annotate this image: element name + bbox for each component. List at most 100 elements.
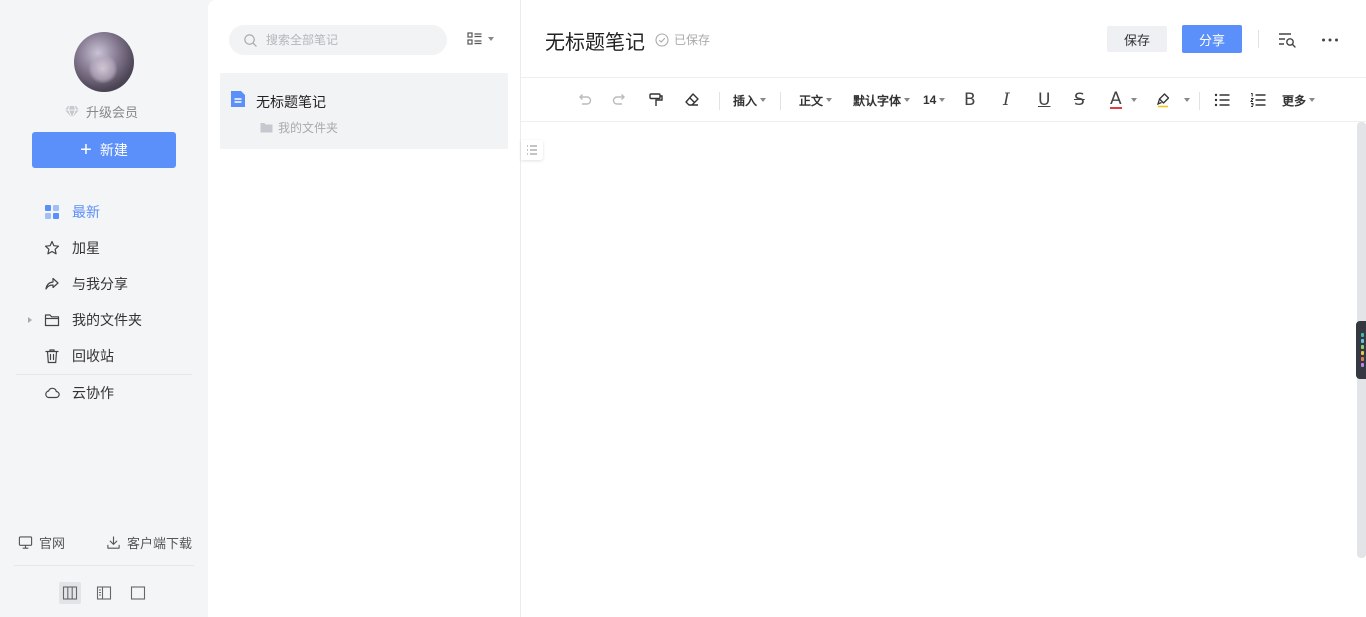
- widget-bar: [1360, 363, 1364, 367]
- bold-button[interactable]: B: [964, 90, 976, 110]
- plus-icon: +: [80, 139, 92, 161]
- paragraph-style-dropdown[interactable]: 正文: [799, 90, 833, 110]
- grid-icon: [45, 205, 59, 219]
- sidebar-item-cloud-collab[interactable]: 云协作: [0, 375, 208, 411]
- strikethrough-icon: S: [1074, 90, 1085, 110]
- strikethrough-button[interactable]: S: [1074, 90, 1085, 110]
- note-title: 无标题笔记: [256, 94, 326, 110]
- website-label: 官网: [39, 536, 66, 551]
- search-box[interactable]: [229, 25, 447, 55]
- font-color-button[interactable]: A: [1110, 90, 1137, 110]
- eraser-icon: [685, 93, 699, 106]
- widget-bar: [1360, 333, 1364, 337]
- three-column-layout-button[interactable]: [59, 582, 81, 604]
- dropdown-caret-icon: [1184, 98, 1190, 102]
- font-size-label: 14: [923, 93, 937, 107]
- numbered-list-icon: [1250, 93, 1266, 107]
- font-family-label: 默认字体: [853, 93, 902, 108]
- side-assistant-widget[interactable]: [1356, 321, 1366, 379]
- underline-button[interactable]: U: [1038, 90, 1050, 110]
- avatar[interactable]: [74, 32, 134, 92]
- layout-switcher: [59, 582, 149, 604]
- view-mode-toggle[interactable]: [466, 30, 494, 48]
- redo-button[interactable]: [611, 90, 629, 110]
- underline-icon: U: [1038, 90, 1051, 110]
- expand-caret-icon[interactable]: [28, 317, 32, 323]
- italic-button[interactable]: I: [1003, 90, 1010, 110]
- sidebar-item-label: 云协作: [72, 385, 114, 401]
- cloud-icon: [45, 387, 60, 399]
- save-status: 已保存: [655, 31, 710, 48]
- download-icon: [107, 536, 120, 549]
- font-size-dropdown[interactable]: 14: [923, 90, 946, 110]
- clear-format-button[interactable]: [683, 90, 701, 110]
- toolbar-divider: [719, 92, 720, 110]
- widget-bar: [1360, 357, 1364, 361]
- sidebar-item-label: 我的文件夹: [72, 312, 142, 328]
- sidebar-item-my-folder[interactable]: 我的文件夹: [0, 302, 208, 338]
- toolbar-divider: [780, 92, 781, 110]
- sidebar-item-starred[interactable]: 加星: [0, 230, 208, 266]
- search-icon: [244, 33, 257, 47]
- italic-icon: I: [1003, 90, 1010, 110]
- three-column-icon: [62, 586, 78, 600]
- find-in-note-button[interactable]: [1277, 30, 1297, 50]
- new-note-button[interactable]: + 新建: [32, 132, 176, 168]
- upgrade-vip-link[interactable]: 升级会员: [64, 102, 138, 121]
- download-client-link[interactable]: 客户端下载: [106, 533, 192, 552]
- star-icon: [44, 240, 60, 255]
- bullet-list-button[interactable]: [1213, 90, 1231, 110]
- new-note-label: 新建: [99, 142, 128, 158]
- share-button[interactable]: 分享: [1182, 25, 1242, 53]
- more-tools-dropdown[interactable]: 更多: [1282, 90, 1316, 110]
- document-title[interactable]: 无标题笔记: [545, 26, 645, 55]
- sidebar-footer-links: 官网 客户端下载: [0, 533, 208, 552]
- notes-app: 升级会员 + 新建 最新 加星 与我分享 我的文件夹 回收站 云协作 官网 客户…: [0, 0, 1366, 617]
- two-column-layout-button[interactable]: [93, 582, 115, 604]
- save-status-label: 已保存: [674, 33, 711, 47]
- insert-dropdown[interactable]: 插入: [733, 90, 767, 110]
- note-folder: 我的文件夹: [260, 119, 338, 136]
- dropdown-caret-icon: [939, 98, 946, 102]
- widget-bar: [1360, 345, 1364, 349]
- bullet-list-icon: [1214, 93, 1230, 107]
- format-painter-button[interactable]: [647, 90, 665, 110]
- dropdown-caret-icon: [760, 98, 767, 102]
- outline-toggle-button[interactable]: [521, 140, 543, 160]
- redo-icon: [612, 94, 625, 105]
- save-button[interactable]: 保存: [1107, 26, 1167, 52]
- font-family-dropdown[interactable]: 默认字体: [853, 90, 911, 110]
- sidebar-item-label: 与我分享: [72, 276, 128, 292]
- website-link[interactable]: 官网: [18, 533, 65, 552]
- sidebar-item-shared[interactable]: 与我分享: [0, 266, 208, 302]
- two-column-icon: [96, 586, 112, 600]
- sidebar-item-latest[interactable]: 最新: [0, 194, 208, 230]
- document-icon: [231, 91, 245, 107]
- undo-icon: [579, 94, 592, 105]
- highlight-button[interactable]: [1155, 90, 1190, 110]
- toolbar-divider: [1199, 92, 1200, 110]
- note-list-pane: 无标题笔记 我的文件夹: [208, 0, 520, 617]
- search-text-icon: [1279, 33, 1296, 48]
- single-column-layout-button[interactable]: [127, 582, 149, 604]
- footer-divider: [14, 565, 194, 566]
- note-list-item[interactable]: 无标题笔记 我的文件夹: [220, 73, 508, 149]
- dropdown-caret-icon: [488, 37, 494, 41]
- widget-bar: [1360, 351, 1364, 355]
- more-options-button[interactable]: [1320, 30, 1340, 50]
- paragraph-style-label: 正文: [799, 93, 824, 108]
- search-input[interactable]: [266, 33, 426, 47]
- sidebar-item-trash[interactable]: 回收站: [0, 338, 208, 374]
- formatting-toolbar: 插入 正文 默认字体 14 B I U S A 更多: [521, 78, 1366, 122]
- more-horizontal-icon: [1322, 38, 1338, 42]
- insert-label: 插入: [733, 93, 758, 108]
- font-color-icon: A: [1110, 89, 1122, 109]
- diamond-icon: [65, 105, 79, 118]
- folder-icon: [44, 314, 60, 327]
- undo-button[interactable]: [575, 90, 593, 110]
- dropdown-caret-icon: [1309, 98, 1316, 102]
- folder-icon: [260, 123, 273, 133]
- header-divider: [1258, 30, 1259, 48]
- numbered-list-button[interactable]: [1249, 90, 1267, 110]
- trash-icon: [45, 349, 59, 364]
